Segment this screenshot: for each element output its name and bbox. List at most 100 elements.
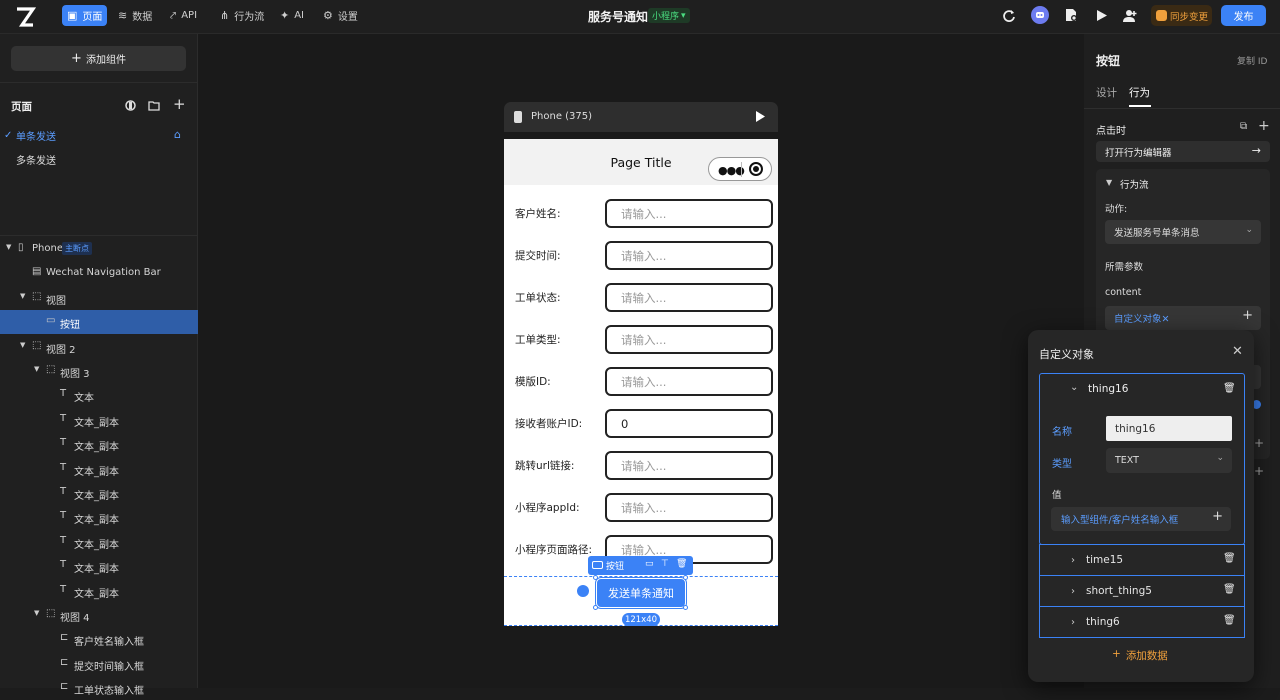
action-select[interactable]: 发送服务号单条消息 ⌄ <box>1105 220 1261 244</box>
field-input[interactable]: 请输入... <box>605 325 773 354</box>
page-item[interactable]: 多条发送 <box>0 147 198 171</box>
tab-behavior[interactable]: 行为 <box>1129 85 1150 100</box>
layer-item[interactable]: ▼ ⬚ 视图 <box>0 286 198 310</box>
nav-label: 数据 <box>132 12 153 23</box>
publish-button[interactable]: 发布 <box>1221 5 1266 26</box>
add-action-icon[interactable]: + <box>1258 118 1270 134</box>
value-binding-field[interactable]: 输入型组件/客户姓名输入框 + <box>1051 507 1231 531</box>
layer-item[interactable]: T 文本 <box>0 383 198 407</box>
caret-down-icon[interactable]: ▼ <box>6 243 11 251</box>
caret-down-icon[interactable]: ▼ <box>34 609 39 617</box>
move-up-icon[interactable]: ⊤ <box>661 559 669 569</box>
field-input[interactable]: 请输入... <box>605 283 773 312</box>
object-item[interactable]: › thing6 🗑 <box>1039 606 1245 638</box>
collaborators-icon[interactable] <box>1122 7 1140 23</box>
preview-play-icon[interactable] <box>1094 7 1110 23</box>
layer-label: 视图 2 <box>46 344 76 356</box>
add-page-icon[interactable]: + <box>173 95 186 113</box>
layer-item[interactable]: T 文本_副本 <box>0 457 198 481</box>
more-dots-icon[interactable]: ●●● <box>718 164 745 177</box>
layer-item[interactable]: T 文本_副本 <box>0 579 198 603</box>
layer-item[interactable]: ▤ Wechat Navigation Bar <box>0 261 198 285</box>
nav-flow[interactable]: ⋔ 行为流 <box>215 5 269 26</box>
settings-file-icon[interactable] <box>1063 7 1079 23</box>
add-binding-icon[interactable]: + <box>1212 509 1223 524</box>
field-input[interactable]: 请输入... <box>605 493 773 522</box>
layer-item[interactable]: ▭ 按钮 <box>0 310 198 335</box>
copy-action-icon[interactable]: ⧉ <box>1240 121 1247 132</box>
delete-icon[interactable]: 🗑 <box>676 559 687 569</box>
object-item[interactable]: › time15 🗑 <box>1039 544 1245 576</box>
layer-item[interactable]: T 文本_副本 <box>0 432 198 456</box>
layer-item[interactable]: ⊏ 提交时间输入框 <box>0 652 198 676</box>
layer-item[interactable]: ⊏ 工单状态输入框 <box>0 676 198 700</box>
add-folder-icon[interactable] <box>148 99 160 111</box>
type-select[interactable]: TEXT ⌄ <box>1106 448 1232 473</box>
caret-down-icon[interactable]: ▼ <box>20 292 25 300</box>
layer-item[interactable]: T 文本_副本 <box>0 481 198 505</box>
field-input[interactable]: 请输入... <box>605 241 773 270</box>
sync-changes-button[interactable]: 同步变更 <box>1151 5 1212 26</box>
close-icon[interactable]: ✕ <box>1232 344 1243 359</box>
copy-id-button[interactable]: 复制 ID <box>1237 54 1267 67</box>
layer-item[interactable]: ▼ ⬚ 视图 2 <box>0 335 198 359</box>
layer-item[interactable]: ▼ ⬚ 视图 4 <box>0 603 198 627</box>
tab-design[interactable]: 设计 <box>1096 85 1117 100</box>
open-behavior-editor-button[interactable]: 打开行为编辑器 → <box>1096 141 1270 162</box>
page-settings-icon[interactable] <box>124 99 136 111</box>
align-handle-icon[interactable] <box>577 585 589 597</box>
assistant-avatar-icon[interactable] <box>1031 6 1049 24</box>
field-input[interactable]: 请输入... <box>605 367 773 396</box>
layer-label: 文本_副本 <box>74 539 119 551</box>
add-icon[interactable]: + <box>1254 464 1264 478</box>
home-icon[interactable]: ⌂ <box>174 128 181 141</box>
add-param-icon[interactable]: + <box>1242 308 1253 323</box>
page-item[interactable]: ✓ ⌂ 单条发送 <box>0 123 198 147</box>
capsule-menu[interactable]: ●●● <box>708 157 772 181</box>
app-type-badge[interactable]: 小程序 ▾ <box>648 8 690 23</box>
trash-icon[interactable]: 🗑 <box>1223 584 1236 595</box>
param-value-field[interactable]: 自定义对象✕ + <box>1105 306 1261 330</box>
layer-item[interactable]: ▼ ▯ Phone 主断点 <box>0 237 198 261</box>
layer-item[interactable]: T 文本_副本 <box>0 530 198 554</box>
logo-icon[interactable] <box>14 6 37 28</box>
caret-down-icon[interactable]: ▼ <box>20 341 25 349</box>
object-item[interactable]: › short_thing5 🗑 <box>1039 575 1245 607</box>
chevron-right-icon: › <box>1071 554 1075 566</box>
name-input[interactable]: thing16 <box>1106 416 1232 441</box>
layer-item[interactable]: ▼ ⬚ 视图 3 <box>0 359 198 383</box>
value-label: 值 <box>1052 490 1062 501</box>
nav-gear[interactable]: ⚙ 设置 <box>318 5 363 26</box>
trash-icon[interactable]: 🗑 <box>1223 383 1236 394</box>
resize-handle[interactable] <box>683 575 688 580</box>
field-input[interactable]: 请输入... <box>605 451 773 480</box>
resize-handle[interactable] <box>593 605 598 610</box>
trash-icon[interactable]: 🗑 <box>1223 553 1236 564</box>
nav-page[interactable]: ▣ 页面 <box>62 5 108 26</box>
nav-database[interactable]: ≋ 数据 <box>113 5 157 26</box>
caret-down-icon[interactable]: ▼ <box>1106 178 1112 187</box>
field-input[interactable]: 0 <box>605 409 773 438</box>
layer-item[interactable]: T 文本_副本 <box>0 554 198 578</box>
comment-icon[interactable]: ▭ <box>645 559 654 569</box>
add-component-button[interactable]: + 添加组件 <box>11 46 186 71</box>
layer-item[interactable]: ⊏ 客户姓名输入框 <box>0 627 198 651</box>
trash-icon[interactable]: 🗑 <box>1223 615 1236 626</box>
input-icon: ⊏ <box>60 656 69 668</box>
resize-handle[interactable] <box>593 575 598 580</box>
nav-ai[interactable]: ✦ AI <box>275 5 309 26</box>
layer-item[interactable]: T 文本_副本 <box>0 505 198 529</box>
param-name: content <box>1105 287 1142 298</box>
field-input[interactable]: 请输入... <box>605 199 773 228</box>
nav-api[interactable]: ⤤ API <box>165 5 202 26</box>
layer-item[interactable]: T 文本_副本 <box>0 408 198 432</box>
add-data-button[interactable]: + 添加数据 <box>1112 648 1168 663</box>
send-single-notice-button[interactable]: 发送单条通知 <box>595 577 687 609</box>
add-icon[interactable]: + <box>1254 436 1264 450</box>
caret-down-icon[interactable]: ▼ <box>34 365 39 373</box>
refresh-icon[interactable] <box>1000 7 1018 25</box>
chevron-down-icon[interactable]: ⌄ <box>1070 382 1078 393</box>
play-icon[interactable] <box>756 111 765 125</box>
close-target-icon[interactable] <box>749 162 763 176</box>
resize-handle[interactable] <box>683 605 688 610</box>
